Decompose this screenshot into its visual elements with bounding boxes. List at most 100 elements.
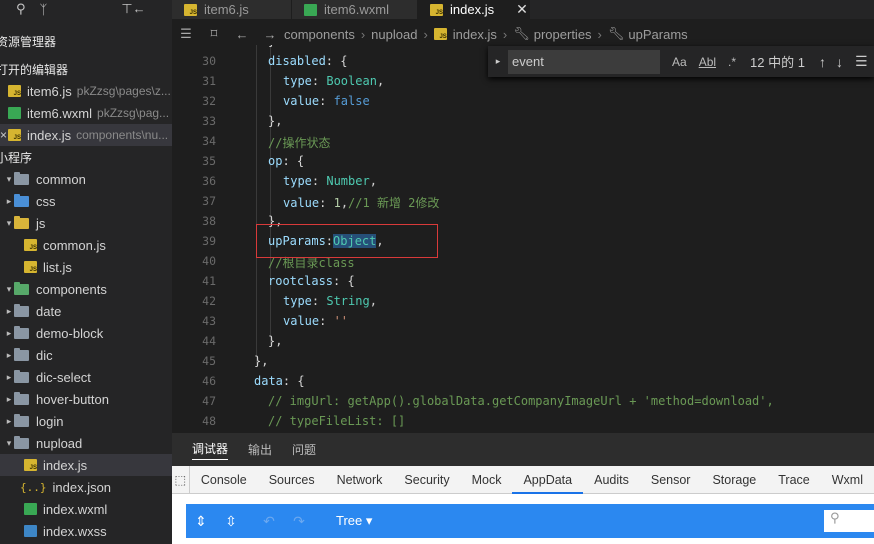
collapse-all-icon[interactable]: ⇳ [216, 513, 246, 530]
devtools-tab-sensor[interactable]: Sensor [640, 466, 702, 494]
devtools-tab-console[interactable]: Console [190, 466, 258, 494]
tree-folder-components[interactable]: ▾ components [0, 278, 172, 300]
devtools-tab-storage[interactable]: Storage [701, 466, 767, 494]
folder-icon [14, 347, 29, 361]
search-icon[interactable]: ⚲ [16, 1, 26, 17]
find-in-selection-icon[interactable]: ☰ [855, 53, 868, 70]
devtools-tab-mock[interactable]: Mock [461, 466, 513, 494]
source-control-icon[interactable]: ᛉ [40, 2, 48, 17]
code-line: op: { [268, 154, 305, 168]
previous-match-icon[interactable]: ↑ [819, 54, 826, 70]
tree-folder-common[interactable]: ▾ common [0, 168, 172, 190]
breadcrumb-item[interactable]: components [284, 27, 355, 42]
redo-icon[interactable]: ↷ [284, 513, 314, 530]
breadcrumb-item[interactable]: nupload [371, 27, 417, 42]
tree-folder-js[interactable]: ▾ js [0, 212, 172, 234]
open-editor-item-active[interactable]: × index.js components\nu... [0, 124, 172, 146]
folder-icon [14, 281, 29, 295]
open-editor-item[interactable]: item6.wxml pkZzsg\pag... [0, 102, 172, 124]
line-number: 40 [202, 254, 216, 268]
chevron-right-icon: ▸ [6, 393, 12, 404]
inspect-element-icon[interactable]: ⬚ [172, 465, 190, 494]
folder-icon [14, 435, 29, 449]
tree-file-list-js[interactable]: list.js [0, 256, 172, 278]
chevron-right-icon: ▸ [6, 371, 12, 382]
wrench-icon: 🔧︎ [513, 26, 530, 41]
editor-tabs: item6.js item6.wxml index.js✕ [172, 0, 874, 19]
tree-folder-demo-block[interactable]: ▸ demo-block [0, 322, 172, 344]
appdata-toolbar: ⇕ ⇳ ↶ ↷ Tree ▾ ⚲ [186, 504, 874, 538]
close-icon[interactable]: × [0, 128, 8, 142]
tree-file-common-js[interactable]: common.js [0, 234, 172, 256]
open-editors-header[interactable]: 打开的编辑器 [0, 58, 172, 80]
js-file-icon [24, 261, 37, 273]
tree-folder-css[interactable]: ▸ css [0, 190, 172, 212]
code-line: disabled: { [268, 54, 348, 68]
find-widget: ▸ Aa Abl .* 12 中的 1 ↑ ↓ ☰ [488, 46, 874, 77]
undo-icon[interactable]: ↶ [254, 513, 284, 530]
tree-mode-dropdown[interactable]: Tree ▾ [336, 513, 372, 529]
tree-folder-dic[interactable]: ▸ dic [0, 344, 172, 366]
match-word-button[interactable]: Abl [699, 55, 716, 69]
debug-icon[interactable]: ⊤← [121, 1, 145, 17]
code-editor[interactable]: 30 31 32 33 34 35 36 37 38 39 40 41 42 4… [172, 45, 874, 433]
open-editor-name: index.js [27, 127, 72, 143]
expand-all-icon[interactable]: ⇕ [186, 513, 216, 530]
chevron-right-icon: ▸ [6, 349, 12, 360]
tree-folder-dic-select[interactable]: ▸ dic-select [0, 366, 172, 388]
back-arrow-icon[interactable]: ← [228, 27, 256, 42]
devtools-tab-appdata[interactable]: AppData [512, 466, 584, 494]
line-number: 44 [202, 334, 216, 348]
devtools-tab-sources[interactable]: Sources [258, 466, 326, 494]
breadcrumb-item[interactable]: upParams [628, 27, 687, 42]
open-editor-item[interactable]: item6.js pkZzsg\pages\z... [0, 80, 172, 102]
wxss-file-icon [24, 525, 37, 537]
devtools-tab-audits[interactable]: Audits [583, 466, 640, 494]
devtools-toolbar: ⬚ Console Sources Network Security Mock … [172, 465, 874, 494]
tab-output[interactable]: 输出 [248, 441, 272, 458]
appdata-search-input[interactable]: ⚲ [824, 510, 874, 532]
explorer-title: 资源管理器 [0, 34, 57, 49]
tree-file-index-json[interactable]: {..} index.json [0, 476, 172, 498]
next-match-icon[interactable]: ↓ [836, 54, 843, 70]
match-case-button[interactable]: Aa [672, 55, 687, 69]
code-line: }, [254, 354, 269, 368]
code-comment: //1 新增 2修改 [348, 196, 440, 210]
tab-item6-wxml[interactable]: item6.wxml [292, 0, 418, 19]
tree-folder-date[interactable]: ▸ date [0, 300, 172, 322]
devtools-tab-wxml[interactable]: Wxml [821, 466, 874, 494]
wrench-icon: 🔧︎ [607, 26, 625, 41]
tree-file-index-wxml[interactable]: index.wxml [0, 498, 172, 520]
devtools-tab-trace[interactable]: Trace [767, 466, 821, 494]
line-number: 47 [202, 394, 216, 408]
devtools-tab-network[interactable]: Network [326, 466, 394, 494]
forward-arrow-icon[interactable]: → [256, 27, 284, 42]
tree-folder-hover-button[interactable]: ▸ hover-button [0, 388, 172, 410]
code-comment: // imgUrl: getApp().globalData.getCompan… [268, 394, 774, 408]
tab-debugger[interactable]: 调试器 [192, 440, 229, 460]
toggle-replace-icon[interactable]: ▸ [488, 56, 508, 67]
tab-index-js[interactable]: index.js✕ [418, 0, 530, 19]
regex-button[interactable]: .* [728, 55, 736, 69]
js-file-icon [24, 239, 37, 251]
close-icon[interactable]: ✕ [516, 1, 528, 18]
open-editor-path: components\nu... [76, 128, 169, 142]
code-line: }. [268, 45, 282, 48]
tab-problems[interactable]: 问题 [292, 441, 316, 458]
menu-icon[interactable]: ☰ [172, 26, 200, 42]
tree-folder-nupload[interactable]: ▾ nupload [0, 432, 172, 454]
breadcrumb-item[interactable]: index.js [453, 27, 497, 42]
breadcrumb-item[interactable]: properties [534, 27, 592, 42]
json-file-icon: {..} [20, 480, 47, 494]
devtools-tab-security[interactable]: Security [393, 466, 460, 494]
project-header[interactable]: 小程序 [0, 146, 172, 168]
folder-icon [14, 325, 29, 339]
tree-file-index-wxss[interactable]: index.wxss [0, 520, 172, 542]
tree-file-index-js[interactable]: index.js [0, 454, 172, 476]
bookmark-icon[interactable]: ⌑ [200, 26, 228, 42]
tree-folder-login[interactable]: ▸ login [0, 410, 172, 432]
line-number: 48 [202, 414, 216, 428]
chevron-down-icon: ▾ [6, 437, 12, 448]
find-input[interactable] [508, 49, 660, 74]
tab-item6-js[interactable]: item6.js [172, 0, 292, 19]
